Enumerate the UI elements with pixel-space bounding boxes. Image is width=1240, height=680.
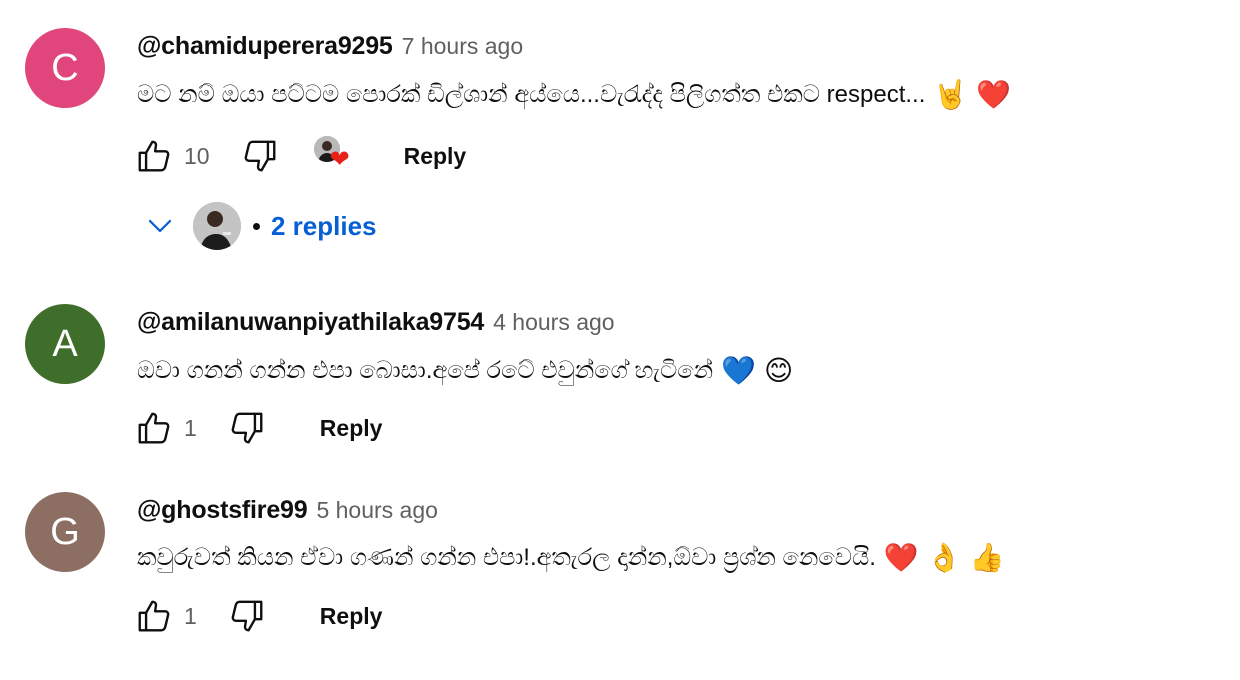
comment-body: ඔවා ගනන් ගන්න එපා බොසා.අපේ රටේ එවුන්ගේ හ… xyxy=(137,357,714,384)
thumbs-down-icon xyxy=(231,600,263,632)
thumbs-up-icon xyxy=(138,140,170,172)
comment-actions: 1 Reply xyxy=(134,596,382,636)
dislike-button[interactable] xyxy=(227,408,267,448)
thumbs-down-icon xyxy=(231,412,263,444)
emoji: 💙 xyxy=(721,355,757,386)
emoji: 😊 xyxy=(764,355,794,386)
emoji: 👌 xyxy=(926,542,962,573)
emoji: 🤘 xyxy=(933,79,969,110)
emoji: ❤️ xyxy=(976,79,1012,110)
comment-text: මට නම් ඔයා පට්ටම පොරක් ඩිල්ශාන් අය්යෙ...… xyxy=(137,78,1011,111)
thumbs-down-icon xyxy=(244,140,276,172)
emoji: ❤️ xyxy=(883,542,919,573)
comment-thread: C @chamiduperera9295 7 hours ago මට නම් … xyxy=(0,0,1240,270)
like-button[interactable] xyxy=(134,408,174,448)
comment-timestamp[interactable]: 4 hours ago xyxy=(493,309,614,336)
author-avatar[interactable]: A xyxy=(25,304,105,384)
emoji: 👍 xyxy=(969,542,1005,573)
author-avatar[interactable]: C xyxy=(25,28,105,108)
comment-actions: 1 Reply xyxy=(134,408,382,448)
author-name[interactable]: @chamiduperera9295 xyxy=(137,32,393,61)
dislike-button[interactable] xyxy=(240,136,280,176)
like-button[interactable] xyxy=(134,136,174,176)
comment-header: @ghostsfire99 5 hours ago xyxy=(137,496,438,525)
separator-dot xyxy=(253,222,260,230)
chevron-down-icon xyxy=(148,219,172,233)
comment-body: කවුරුවත් කියන ඒවා ගණන් ගන්න එපා!.අතැරල ද… xyxy=(137,544,876,571)
author-name[interactable]: @ghostsfire99 xyxy=(137,496,308,525)
comment-timestamp[interactable]: 5 hours ago xyxy=(316,497,437,524)
view-replies-button[interactable]: 2 replies xyxy=(145,201,377,251)
replies-count: 2 replies xyxy=(271,210,377,241)
like-count: 1 xyxy=(184,602,197,629)
comment-header: @amilanuwanpiyathilaka9754 4 hours ago xyxy=(137,308,615,337)
author-name[interactable]: @amilanuwanpiyathilaka9754 xyxy=(137,308,484,337)
like-count: 10 xyxy=(184,142,210,169)
creator-heart-badge: ❤ xyxy=(313,136,358,176)
comment-header: @chamiduperera9295 7 hours ago xyxy=(137,32,523,61)
heart-icon: ❤ xyxy=(329,146,350,173)
author-avatar[interactable]: G xyxy=(25,492,105,572)
dislike-button[interactable] xyxy=(227,596,267,636)
comment-text: කවුරුවත් කියන ඒවා ගණන් ගන්න එපා!.අතැරල ද… xyxy=(137,541,1005,574)
like-count: 1 xyxy=(184,414,197,441)
comment-text: ඔවා ගනන් ගන්න එපා බොසා.අපේ රටේ එවුන්ගේ හ… xyxy=(137,354,793,387)
comment-timestamp[interactable]: 7 hours ago xyxy=(402,33,523,60)
like-button[interactable] xyxy=(134,596,174,636)
reply-button[interactable]: Reply xyxy=(320,415,383,442)
reply-button[interactable]: Reply xyxy=(404,143,467,170)
reply-author-avatar xyxy=(193,202,241,250)
thumbs-up-icon xyxy=(138,600,170,632)
comment-actions: 10 ❤ Reply xyxy=(134,136,466,176)
comment-body: මට නම් ඔයා පට්ටම පොරක් ඩිල්ශාන් අය්යෙ...… xyxy=(137,81,926,108)
thumbs-up-icon xyxy=(138,412,170,444)
reply-button[interactable]: Reply xyxy=(320,603,383,630)
